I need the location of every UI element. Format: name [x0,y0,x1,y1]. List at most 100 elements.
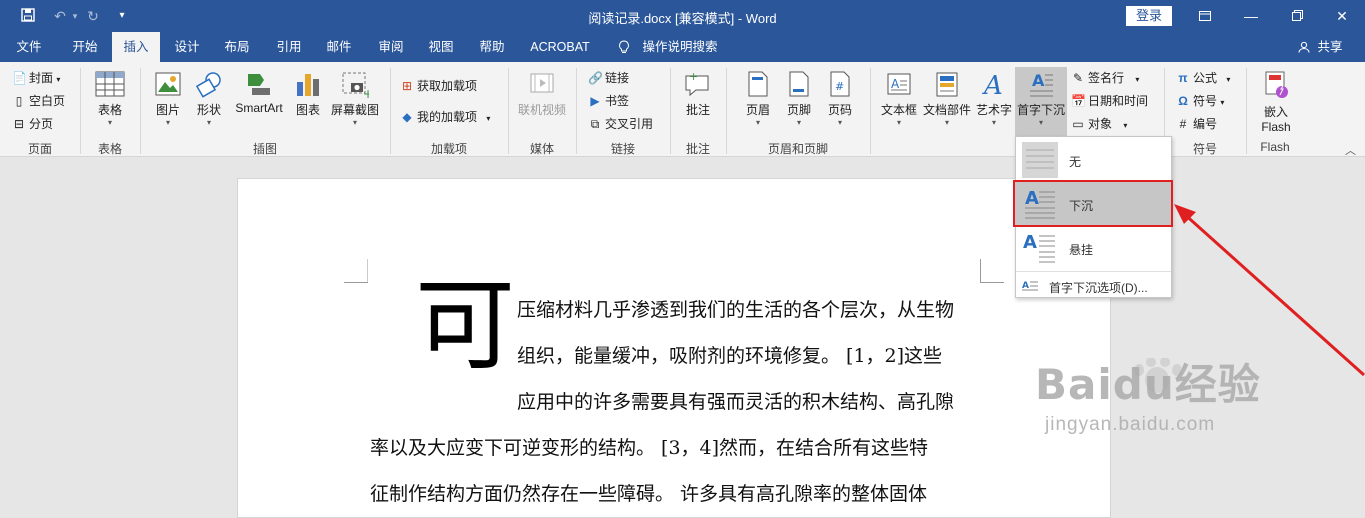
text-box-button[interactable]: A 文本框 ▾ [878,70,920,127]
header-icon [748,71,768,97]
ribbon-display-options-icon[interactable] [1190,4,1220,28]
my-addins-button[interactable]: ◆ 我的加载项 ▾ [400,107,490,127]
minimize-icon[interactable]: — [1236,4,1266,28]
blank-page-button[interactable]: ▯ 空白页 [12,91,65,111]
omega-icon: Ω [1178,94,1188,108]
bookmark-button[interactable]: ▶ 书签 [588,91,629,111]
paragraph-line[interactable]: 率以及大应变下可逆变形的结构。 [3，4]然而，在结合所有这些特 [370,433,928,460]
group-label-media: 媒体 [529,142,554,156]
table-button[interactable]: 表格 ▾ [88,70,132,127]
calendar-icon: 📅 [1071,94,1086,108]
page-number-button[interactable]: # 页码 ▾ [822,70,858,127]
tab-help[interactable]: 帮助 [468,32,516,62]
save-icon[interactable] [20,8,36,24]
annotation-arrow [1174,204,1365,377]
picture-button[interactable]: 图片 ▾ [150,70,186,127]
margin-corner-mark [980,259,1004,283]
tab-insert[interactable]: 插入 [112,32,160,62]
page-break-button[interactable]: ⊟ 分页 [12,114,53,134]
drop-cap-options-icon: A [1022,281,1038,291]
menu-item-none[interactable]: 无 [1016,138,1171,182]
tab-mailings[interactable]: 邮件 [316,32,362,62]
group-label-flash: Flash [1260,140,1290,154]
chart-icon [297,74,319,96]
equation-button[interactable]: π 公式 ▾ [1176,68,1230,88]
paragraph-line[interactable]: 应用中的许多需要具有强而灵活的积木结构、高孔隙 [517,387,954,414]
undo-icon[interactable]: ↶ [52,8,68,24]
store-icon: ⊞ [401,79,413,93]
login-button[interactable]: 登录 [1126,6,1172,26]
paragraph-line[interactable]: 组织，能量缓冲，吸附剂的环境修复。 [1，2]这些 [517,341,942,368]
tab-home[interactable]: 开始 [62,32,108,62]
shapes-icon [195,72,221,98]
embed-flash-button[interactable]: 嵌入 Flash [1252,70,1300,134]
drop-cap-button[interactable]: A 首字下沉 ▾ [1015,67,1067,139]
group-label-tables: 表格 [97,142,122,156]
smartart-button[interactable]: SmartArt [232,70,286,115]
tab-acrobat[interactable]: ACROBAT [524,32,596,62]
quick-parts-button[interactable]: 文档部件 ▾ [921,70,973,127]
object-button[interactable]: ▭ 对象 ▾ [1071,114,1127,134]
chart-button[interactable]: 图表 [290,70,326,118]
screenshot-icon: + [342,72,369,98]
undo-dropdown-icon[interactable]: ▾ [67,8,83,24]
paragraph-line[interactable]: 压缩材料几乎渗透到我们的生活的各个层次，从生物 [517,295,954,322]
group-label-illustrations: 插图 [252,142,277,156]
page-number-icon: # [830,71,850,97]
highlight-box [1013,180,1173,227]
flash-icon [1265,71,1288,98]
drop-cap-character[interactable]: 可 [415,272,515,380]
svg-text:A: A [1023,232,1037,253]
tell-me-search[interactable]: 操作说明搜索 [640,32,720,62]
link-icon: 🔗 [588,71,603,85]
my-addins-icon: ◆ [402,110,412,124]
restore-icon[interactable] [1282,4,1312,28]
footer-icon [789,71,809,97]
blank-page-icon: ▯ [15,94,23,108]
wordart-button[interactable]: A 艺术字 ▾ [974,70,1014,127]
svg-text:+: + [363,87,369,98]
paragraph-line[interactable]: 征制作结构方面仍然存在一些障碍。 许多具有高孔隙率的整体固体 [370,479,927,506]
tab-references[interactable]: 引用 [266,32,312,62]
object-icon: ▭ [1072,117,1084,131]
bookmark-icon: ▶ [590,94,600,108]
signature-line-icon: ✎ [1072,71,1084,85]
redo-icon[interactable]: ↻ [85,8,101,24]
header-button[interactable]: 页眉 ▾ [740,70,776,127]
online-video-icon [530,73,554,93]
comment-button[interactable]: + 批注 [680,70,716,118]
shapes-button[interactable]: 形状 ▾ [191,70,227,127]
date-time-button[interactable]: 📅 日期和时间 [1071,91,1148,111]
menu-item-in-margin[interactable]: A 悬挂 [1016,226,1171,270]
customize-quick-access-icon[interactable]: ▾ [114,8,130,24]
svg-text:#: # [835,80,844,93]
share-button[interactable]: 共享 [1314,32,1346,62]
tab-review[interactable]: 审阅 [368,32,414,62]
number-button[interactable]: # 编号 [1176,114,1217,134]
link-button[interactable]: 🔗 链接 [588,68,629,88]
drop-cap-none-icon [1022,142,1058,178]
group-label-header-footer: 页眉和页脚 [767,142,828,156]
tab-file[interactable]: 文件 [6,32,52,62]
footer-button[interactable]: 页脚 ▾ [781,70,817,127]
cover-page-button[interactable]: 📄 封面 ▾ [12,68,60,88]
table-icon [95,71,125,97]
tab-design[interactable]: 设计 [164,32,210,62]
group-label-pages: 页面 [27,142,52,156]
drop-cap-options-item[interactable]: A 首字下沉选项(D)... [1016,271,1171,299]
collapse-ribbon-icon[interactable]: ︿ [1345,142,1356,158]
group-label-comments: 批注 [685,142,710,156]
signature-line-button[interactable]: ✎ 签名行 ▾ [1071,68,1139,88]
cross-reference-button[interactable]: ⧉ 交叉引用 [588,114,653,134]
title-bar: ↶ ▾ ↻ ▾ 阅读记录.docx [兼容模式] - Word 登录 — ✕ [0,0,1365,32]
text-box-icon: A [887,73,911,95]
tab-view[interactable]: 视图 [418,32,464,62]
online-video-button[interactable]: 联机视频 [514,70,570,118]
tab-layout[interactable]: 布局 [214,32,260,62]
lightbulb-icon [612,32,636,62]
symbol-button[interactable]: Ω 符号 ▾ [1176,91,1224,111]
watermark: Baidu经验 jingyan.baidu.com [1035,358,1261,436]
get-addins-button[interactable]: ⊞ 获取加载项 [400,76,477,96]
screenshot-button[interactable]: + 屏幕截图 ▾ [329,70,381,127]
close-icon[interactable]: ✕ [1327,4,1357,28]
